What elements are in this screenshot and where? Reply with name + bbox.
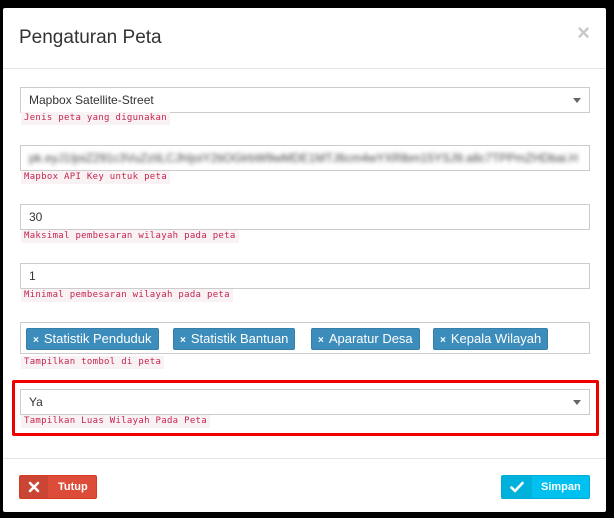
tag-aparatur-desa[interactable]: × Aparatur Desa bbox=[311, 328, 420, 350]
modal-footer: Tutup Simpan bbox=[3, 458, 606, 512]
min-zoom-help: Minimal pembesaran wilayah pada peta bbox=[21, 289, 233, 302]
modal-title: Pengaturan Peta bbox=[19, 27, 162, 48]
api-key-help: Mapbox API Key untuk peta bbox=[21, 171, 170, 184]
settings-modal: Pengaturan Peta × Mapbox Satellite-Stree… bbox=[3, 8, 606, 512]
tag-statistik-penduduk[interactable]: × Statistik Penduduk bbox=[26, 328, 159, 350]
tag-label: Statistik Penduduk bbox=[43, 331, 152, 346]
close-icon[interactable]: × bbox=[577, 22, 590, 44]
times-icon bbox=[20, 476, 48, 498]
tag-statistik-bantuan[interactable]: × Statistik Bantuan bbox=[173, 328, 296, 350]
max-zoom-help: Maksimal pembesaran wilayah pada peta bbox=[21, 230, 239, 243]
map-buttons-help: Tampilkan tombol di peta bbox=[21, 356, 165, 369]
save-button-label: Simpan bbox=[541, 481, 581, 493]
map-type-help: Jenis peta yang digunakan bbox=[21, 112, 170, 125]
modal-header: Pengaturan Peta × bbox=[3, 8, 606, 69]
api-key-input[interactable]: pk.eyJ1IjoiZ291c3VuZzIiLCJhIjoiY2tiOGlrb… bbox=[20, 145, 590, 171]
map-type-select[interactable]: Mapbox Satellite-Street bbox=[20, 87, 590, 113]
check-icon bbox=[502, 476, 532, 498]
api-key-value: pk.eyJ1IjoiZ291c3VuZzIiLCJhIjoiY2tiOGlrb… bbox=[29, 151, 577, 165]
min-zoom-input[interactable]: 1 bbox=[20, 263, 590, 289]
tag-remove-icon[interactable]: × bbox=[33, 335, 39, 346]
map-buttons-multiselect[interactable]: × Statistik Penduduk × Statistik Bantuan ×… bbox=[20, 322, 590, 354]
save-button[interactable]: Simpan bbox=[501, 475, 590, 499]
max-zoom-input[interactable]: 30 bbox=[20, 204, 590, 230]
tag-label: Aparatur Desa bbox=[328, 331, 413, 346]
show-area-help: Tampilkan Luas Wilayah Pada Peta bbox=[21, 415, 210, 428]
show-area-select[interactable]: Ya bbox=[20, 389, 590, 415]
max-zoom-value: 30 bbox=[29, 210, 43, 224]
tag-label: Statistik Bantuan bbox=[190, 331, 289, 346]
caret-down-icon bbox=[573, 400, 581, 405]
tag-label: Kepala Wilayah bbox=[450, 331, 542, 346]
caret-down-icon bbox=[573, 98, 581, 103]
tag-remove-icon[interactable]: × bbox=[180, 335, 186, 346]
tag-kepala-wilayah[interactable]: × Kepala Wilayah bbox=[433, 328, 549, 350]
close-button[interactable]: Tutup bbox=[19, 475, 97, 499]
min-zoom-value: 1 bbox=[29, 269, 36, 283]
map-type-value: Mapbox Satellite-Street bbox=[29, 93, 154, 107]
tag-remove-icon[interactable]: × bbox=[440, 335, 446, 346]
show-area-value: Ya bbox=[29, 395, 43, 409]
tag-remove-icon[interactable]: × bbox=[318, 335, 324, 346]
close-button-label: Tutup bbox=[58, 481, 88, 493]
